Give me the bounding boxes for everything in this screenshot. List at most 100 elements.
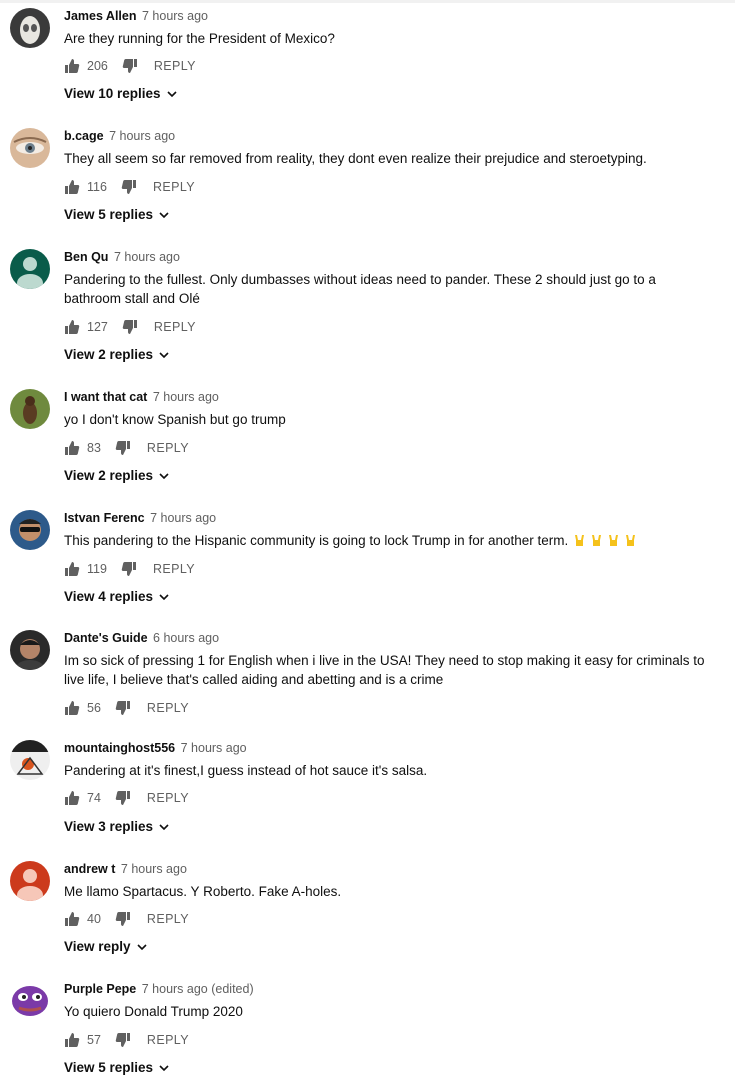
chevron-down-icon	[159, 823, 169, 830]
reply-button[interactable]: REPLY	[147, 1033, 189, 1047]
view-replies-button[interactable]: View 4 replies	[64, 589, 170, 604]
view-replies-label: View 2 replies	[64, 468, 154, 483]
comment-actions: 83 REPLY	[64, 438, 189, 458]
author-avatar-ben-qu[interactable]	[10, 249, 50, 289]
top-divider	[0, 0, 735, 3]
comment-time[interactable]: 7 hours ago	[150, 511, 216, 525]
view-replies-label: View 4 replies	[64, 589, 154, 604]
view-replies-label: View 5 replies	[64, 1060, 154, 1075]
comment-time[interactable]: 7 hours ago	[142, 9, 208, 23]
comment-actions: 127 REPLY	[64, 317, 196, 337]
author-avatar-i-want-that-cat[interactable]	[10, 389, 50, 429]
thumbs-down-icon[interactable]	[122, 58, 138, 74]
comment-time[interactable]: 7 hours ago (edited)	[142, 982, 254, 996]
view-replies-button[interactable]: View 3 replies	[64, 819, 170, 834]
comment-text: Pandering at it's finest,I guess instead…	[64, 763, 428, 778]
thumbs-up-icon[interactable]	[64, 440, 80, 456]
like-count: 56	[87, 701, 101, 715]
view-replies-button[interactable]: View 10 replies	[64, 86, 178, 101]
thumbs-up-icon[interactable]	[64, 700, 80, 716]
comment-author[interactable]: James Allen	[64, 9, 137, 23]
author-avatar-james-allen[interactable]	[10, 8, 50, 48]
thumbs-down-icon[interactable]	[121, 179, 137, 195]
comment-time[interactable]: 7 hours ago	[181, 741, 247, 755]
chevron-down-icon	[136, 943, 147, 950]
thumbs-down-icon[interactable]	[115, 911, 131, 927]
view-replies-button[interactable]: View 5 replies	[64, 207, 170, 222]
horns-hand-emoji	[626, 535, 636, 546]
like-count: 74	[87, 791, 101, 805]
thumbs-up-icon[interactable]	[64, 58, 80, 74]
comment-text: Pandering to the fullest. Only dumbasses…	[64, 272, 656, 306]
view-replies-label: View 5 replies	[64, 207, 154, 222]
comment-text-row: This pandering to the Hispanic community…	[64, 531, 705, 550]
like-count: 40	[87, 912, 101, 926]
comment-author[interactable]: Ben Qu	[64, 250, 108, 264]
author-avatar-istvan-ferenc[interactable]	[10, 510, 50, 550]
thumbs-up-icon[interactable]	[64, 911, 80, 927]
thumbs-up-icon[interactable]	[64, 319, 80, 335]
horns-hand-emoji	[609, 535, 619, 546]
thumbs-down-icon[interactable]	[121, 561, 137, 577]
comment-text: Me llamo Spartacus. Y Roberto. Fake A-ho…	[64, 884, 342, 899]
comment-time[interactable]: 7 hours ago	[109, 129, 175, 143]
comment-text: They all seem so far removed from realit…	[64, 151, 647, 166]
view-replies-button[interactable]: View 2 replies	[64, 468, 170, 483]
chevron-down-icon	[159, 472, 169, 479]
view-replies-label: View 3 replies	[64, 819, 154, 834]
comment-author[interactable]: Purple Pepe	[64, 982, 136, 996]
like-count: 206	[87, 59, 108, 73]
thumbs-down-icon[interactable]	[115, 790, 131, 806]
comment-text: Yo quiero Donald Trump 2020	[64, 1004, 243, 1019]
like-count: 83	[87, 441, 101, 455]
chevron-down-icon	[159, 593, 169, 600]
comment-author[interactable]: andrew t	[64, 862, 115, 876]
comment-text: yo I don't know Spanish but go trump	[64, 412, 286, 427]
author-avatar-purple-pepe[interactable]	[10, 981, 50, 1021]
reply-button[interactable]: REPLY	[147, 791, 189, 805]
view-replies-button[interactable]: View 5 replies	[64, 1060, 170, 1075]
thumbs-down-icon[interactable]	[115, 440, 131, 456]
comment-actions: 116 REPLY	[64, 177, 195, 197]
comment-author[interactable]: I want that cat	[64, 390, 147, 404]
reply-button[interactable]: REPLY	[154, 320, 196, 334]
thumbs-down-icon[interactable]	[115, 1032, 131, 1048]
thumbs-up-icon[interactable]	[64, 1032, 80, 1048]
comment-time[interactable]: 7 hours ago	[153, 390, 219, 404]
author-avatar-b-cage[interactable]	[10, 128, 50, 168]
author-avatar-dantes-guide[interactable]	[10, 630, 50, 670]
thumbs-down-icon[interactable]	[122, 319, 138, 335]
reply-button[interactable]: REPLY	[147, 912, 189, 926]
reply-button[interactable]: REPLY	[153, 180, 195, 194]
horns-hand-emoji	[592, 535, 602, 546]
thumbs-up-icon[interactable]	[64, 561, 80, 577]
comment-time[interactable]: 6 hours ago	[153, 631, 219, 645]
comment-time[interactable]: 7 hours ago	[121, 862, 187, 876]
like-count: 116	[87, 180, 107, 194]
reply-button[interactable]: REPLY	[147, 701, 189, 715]
comment-actions: 206 REPLY	[64, 56, 196, 76]
thumbs-up-icon[interactable]	[64, 790, 80, 806]
comment-text: Are they running for the President of Me…	[64, 31, 335, 46]
reply-button[interactable]: REPLY	[153, 562, 195, 576]
comment-author[interactable]: mountainghost556	[64, 741, 175, 755]
author-avatar-mountainghost556[interactable]	[10, 740, 50, 780]
comment-actions: 40 REPLY	[64, 909, 189, 929]
author-avatar-andrew-t[interactable]	[10, 861, 50, 901]
reply-button[interactable]: REPLY	[147, 441, 189, 455]
comment-text: Im so sick of pressing 1 for English whe…	[64, 653, 705, 687]
view-replies-button[interactable]: View 2 replies	[64, 347, 170, 362]
comment-author[interactable]: Istvan Ferenc	[64, 511, 145, 525]
comment-author[interactable]: Dante's Guide	[64, 631, 148, 645]
comment-actions: 74 REPLY	[64, 788, 189, 808]
reply-button[interactable]: REPLY	[154, 59, 196, 73]
comment-time[interactable]: 7 hours ago	[114, 250, 180, 264]
comment-author[interactable]: b.cage	[64, 129, 104, 143]
view-replies-button[interactable]: View reply	[64, 939, 148, 954]
horns-hand-emoji	[575, 535, 585, 546]
chevron-down-icon	[167, 90, 177, 97]
comment-actions: 119 REPLY	[64, 559, 195, 579]
thumbs-down-icon[interactable]	[115, 700, 131, 716]
like-count: 127	[87, 320, 108, 334]
thumbs-up-icon[interactable]	[64, 179, 80, 195]
